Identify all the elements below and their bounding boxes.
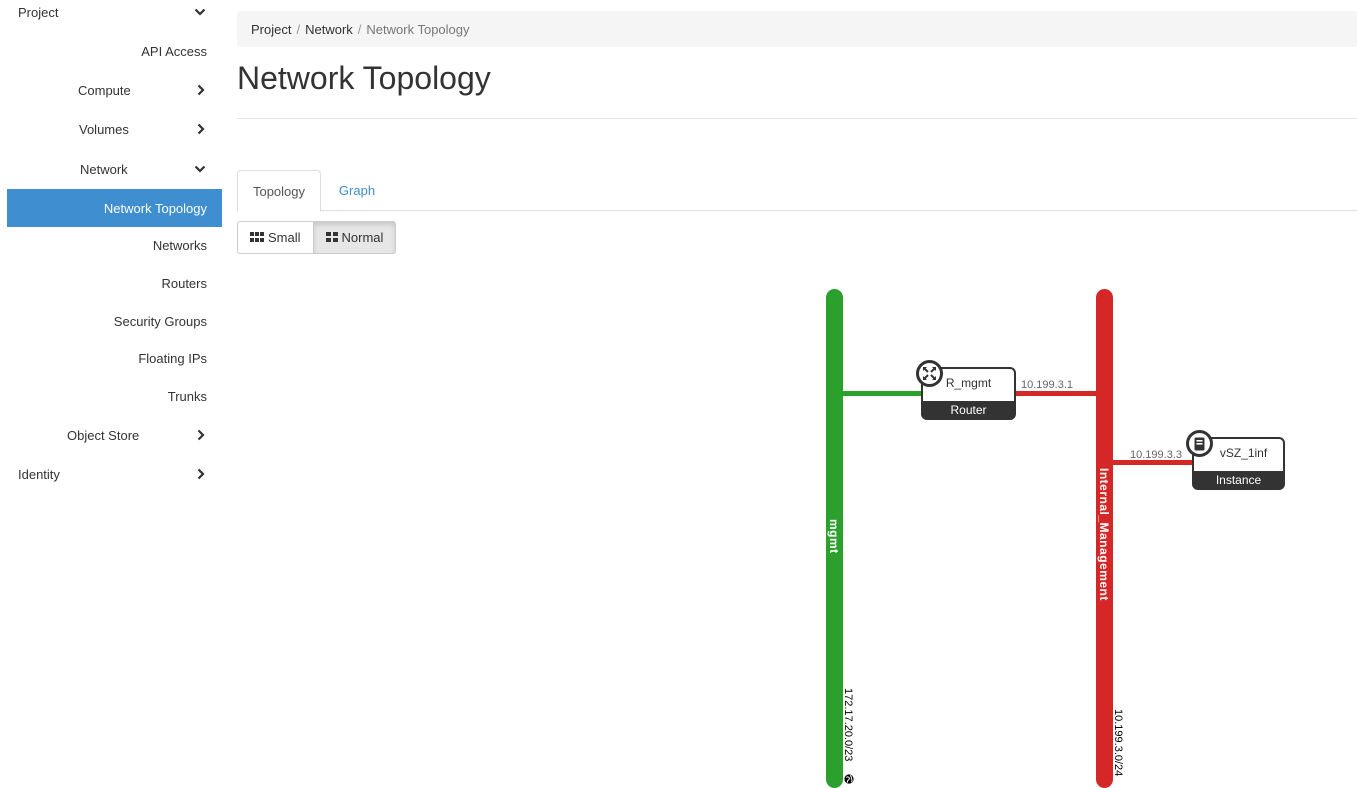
sidebar-item-routers[interactable]: Routers xyxy=(0,264,222,302)
breadcrumb-current: Network Topology xyxy=(366,21,470,37)
small-view-button[interactable]: Small xyxy=(237,221,314,254)
sidebar-item-label: Project xyxy=(18,4,59,20)
sidebar-item-networks[interactable]: Networks xyxy=(0,226,222,264)
sidebar-item-label: Security Groups xyxy=(113,313,207,329)
network-name-label: Internal_Management xyxy=(1097,468,1111,601)
page-title: Network Topology xyxy=(237,60,491,96)
chevron-right-icon xyxy=(194,122,208,136)
sidebar-item-label: Object Store xyxy=(67,427,140,443)
sidebar-item-label: Volumes xyxy=(79,121,129,137)
sidebar-item-security-groups[interactable]: Security Groups xyxy=(0,302,222,340)
tab-topology[interactable]: Topology xyxy=(237,170,321,212)
sidebar-item-label: Network xyxy=(80,161,128,177)
sidebar-item-identity[interactable]: Identity xyxy=(0,455,222,493)
sidebar-item-label: Network Topology xyxy=(103,200,207,216)
sidebar-item-network-topology[interactable]: Network Topology xyxy=(7,189,222,227)
sidebar-item-api-access[interactable]: API Access xyxy=(0,32,222,70)
sidebar-item-label: Routers xyxy=(161,275,207,291)
chevron-right-icon xyxy=(194,467,208,481)
router-ip-label: 10.199.3.1 xyxy=(1021,379,1073,391)
sidebar-item-floating-ips[interactable]: Floating IPs xyxy=(0,339,222,377)
breadcrumb-network[interactable]: Network xyxy=(305,22,353,37)
sidebar-item-trunks[interactable]: Trunks xyxy=(0,377,222,415)
sidebar-item-label: Floating IPs xyxy=(138,350,207,366)
router-type-label: Router xyxy=(922,401,1015,419)
sidebar-item-network[interactable]: Network xyxy=(0,150,222,188)
network-name-label: mgmt xyxy=(827,519,841,554)
sidebar-item-label: Identity xyxy=(18,466,60,482)
chevron-right-icon xyxy=(194,83,208,97)
sidebar-item-label: Compute xyxy=(78,82,131,98)
chevron-down-icon xyxy=(193,5,207,19)
instance-type-label: Instance xyxy=(1193,471,1284,489)
normal-view-button[interactable]: Normal xyxy=(313,221,397,254)
title-divider xyxy=(237,118,1357,119)
sidebar: Project API Access Compute Volumes Netwo… xyxy=(0,0,222,788)
sidebar-item-object-store[interactable]: Object Store xyxy=(0,416,222,454)
instance-name: vSZ_1inf xyxy=(1219,446,1268,460)
breadcrumb-separator: / xyxy=(357,21,362,37)
tab-bar: Topology Graph xyxy=(237,170,1357,212)
link-router-mgmt xyxy=(843,391,923,396)
grid-small-icon xyxy=(250,230,268,245)
server-icon xyxy=(1186,430,1213,457)
network-cidr-label: 10.199.3.0/24 xyxy=(1112,709,1124,777)
instance-ip-label: 10.199.3.3 xyxy=(1130,449,1182,461)
chevron-right-icon xyxy=(194,428,208,442)
breadcrumb: Project / Network / Network Topology xyxy=(237,11,1357,47)
normal-view-label: Normal xyxy=(341,230,384,245)
sidebar-item-label: API Access xyxy=(141,43,207,59)
sidebar-item-label: Trunks xyxy=(167,388,207,404)
small-view-label: Small xyxy=(268,230,301,245)
network-cidr-label: 172.17.20.0/23 xyxy=(842,688,854,762)
grid-large-icon xyxy=(325,230,342,245)
view-size-toggle: Small Normal xyxy=(237,221,397,254)
sidebar-item-project[interactable]: Project xyxy=(0,0,222,31)
chevron-down-icon xyxy=(193,162,207,176)
sidebar-item-volumes[interactable]: Volumes xyxy=(0,110,222,148)
globe-icon xyxy=(844,772,854,784)
breadcrumb-separator: / xyxy=(296,21,301,37)
tab-graph[interactable]: Graph xyxy=(325,170,389,211)
sidebar-item-compute[interactable]: Compute xyxy=(0,71,222,109)
link-router-internal xyxy=(1015,391,1097,396)
router-icon xyxy=(916,360,943,387)
sidebar-item-label: Networks xyxy=(152,237,207,253)
breadcrumb-project[interactable]: Project xyxy=(251,22,291,37)
